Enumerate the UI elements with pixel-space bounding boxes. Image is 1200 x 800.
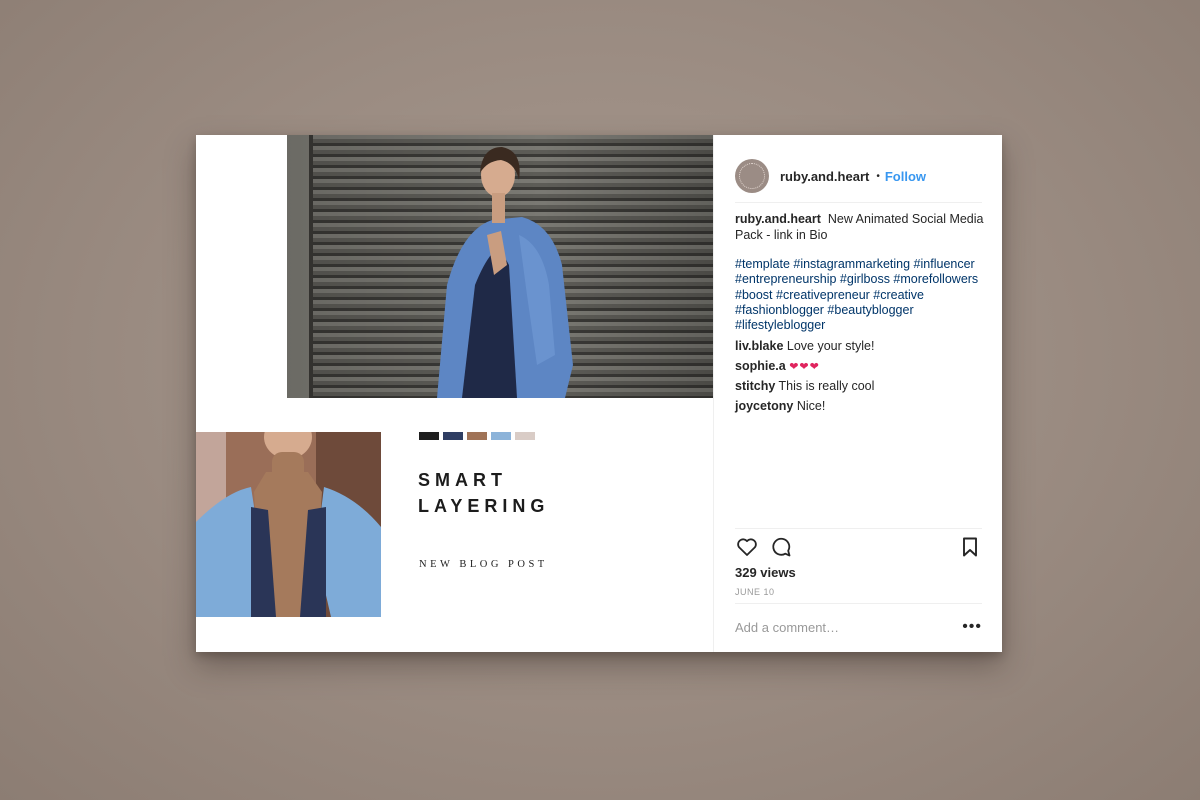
post-date: JUNE 10 bbox=[735, 587, 775, 597]
comment-username[interactable]: joycetony bbox=[735, 399, 793, 413]
more-options-icon[interactable]: ••• bbox=[962, 618, 982, 636]
comment-item: stitchy This is really cool bbox=[735, 378, 987, 398]
headline-line-2: LAYERING bbox=[418, 496, 550, 516]
swatch-navy bbox=[443, 432, 463, 440]
post-caption: ruby.and.heart New Animated Social Media… bbox=[735, 211, 987, 243]
post-header: ruby.and.heart • Follow bbox=[735, 150, 982, 203]
follow-button[interactable]: Follow bbox=[885, 169, 926, 184]
instagram-post-card: SMART LAYERING NEW BLOG POST ruby.and.he… bbox=[196, 135, 1002, 652]
swatch-light-blue bbox=[491, 432, 511, 440]
comment-item: joycetony Nice! bbox=[735, 398, 987, 418]
comment-username[interactable]: sophie.a bbox=[735, 359, 786, 373]
comment-username[interactable]: stitchy bbox=[735, 379, 775, 393]
post-headline: SMART LAYERING bbox=[418, 467, 678, 519]
caption-hashtags[interactable]: #template #instagrammarketing #influence… bbox=[735, 257, 987, 333]
header-username[interactable]: ruby.and.heart bbox=[780, 169, 869, 184]
swatch-black bbox=[419, 432, 439, 440]
comment-item: liv.blake Love your style! bbox=[735, 338, 987, 358]
separator-dot: • bbox=[876, 170, 880, 182]
comment-item: sophie.a ❤❤❤ bbox=[735, 358, 987, 378]
detail-photo-blue-coat bbox=[196, 432, 381, 617]
comment-username[interactable]: liv.blake bbox=[735, 339, 783, 353]
headline-line-1: SMART bbox=[418, 470, 507, 490]
comment-text: Love your style! bbox=[786, 339, 875, 353]
caption-username[interactable]: ruby.and.heart bbox=[735, 212, 821, 226]
swatch-blush bbox=[515, 432, 535, 440]
heart-icon[interactable] bbox=[735, 535, 759, 559]
color-palette bbox=[419, 432, 535, 440]
hero-photo-woman-rolling-shutter bbox=[287, 135, 713, 398]
add-comment-input[interactable] bbox=[735, 620, 945, 635]
comment-text: Nice! bbox=[796, 399, 826, 413]
post-subline: NEW BLOG POST bbox=[419, 559, 548, 570]
comment-text-hearts: ❤❤❤ bbox=[789, 361, 820, 373]
comment-bubble-icon[interactable] bbox=[769, 535, 793, 559]
avatar[interactable] bbox=[735, 159, 769, 193]
comment-text: This is really cool bbox=[778, 379, 875, 393]
bookmark-icon[interactable] bbox=[958, 535, 982, 559]
add-comment-bar: ••• bbox=[735, 603, 982, 652]
post-actions bbox=[735, 528, 982, 559]
views-count[interactable]: 329 views bbox=[735, 565, 796, 580]
swatch-camel bbox=[467, 432, 487, 440]
post-media[interactable]: SMART LAYERING NEW BLOG POST bbox=[196, 135, 713, 652]
comments-list: liv.blake Love your style! sophie.a ❤❤❤ … bbox=[735, 338, 987, 418]
post-side-panel: ruby.and.heart • Follow ruby.and.heart N… bbox=[713, 135, 1002, 652]
